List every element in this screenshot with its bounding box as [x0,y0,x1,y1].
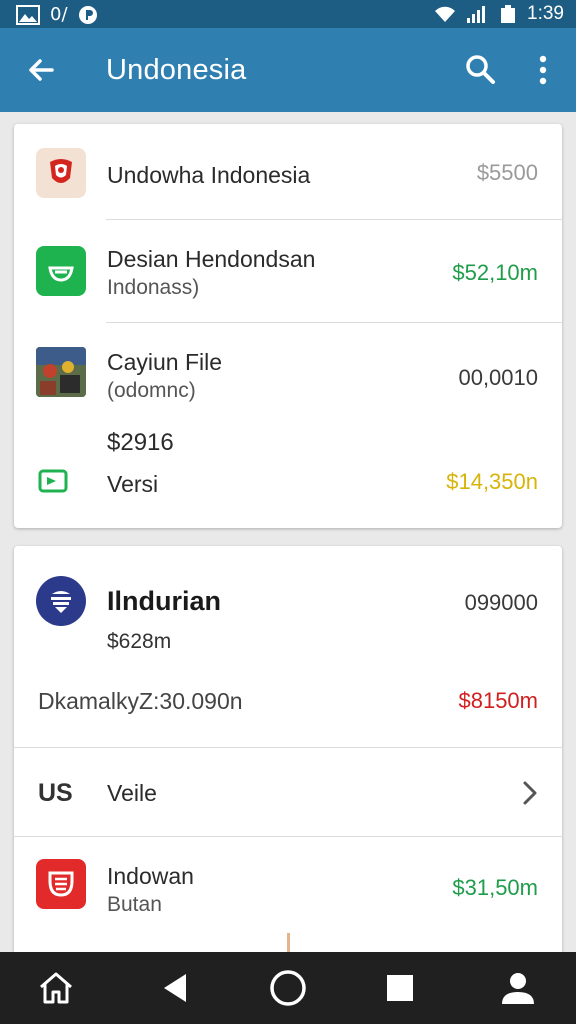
row-title: Desian Hendondsan [107,246,316,272]
list-item[interactable]: Undowha Indonesia $5500 [14,124,562,220]
row-title: Undowha Indonesia [107,162,311,188]
summary-subtitle: $628m [107,630,172,653]
profile-icon[interactable] [496,966,540,1010]
photo-thumbnail-icon [36,347,86,397]
summary-title: Ilndurian [107,586,221,616]
summary-amount: 099000 [464,590,538,615]
row-subtitle: (odomnc) [107,379,196,402]
row-amount: 00,0010 [458,365,538,390]
row-title: Indowan [107,863,194,889]
bottom-nav-bar [0,952,576,1024]
status-time: 1:39 [527,3,564,24]
nav-back-icon[interactable] [154,966,198,1010]
blue-emblem-icon [36,576,86,626]
row-subtitle: Indonass) [107,276,200,299]
country-label: Veile [107,780,157,806]
list-item[interactable]: Desian Hendondsan Indonass) $52,10m [14,220,562,322]
list-item[interactable]: Indowan Butan $31,50m [14,837,562,956]
summary-card: Ilndurian $628m 099000 DkamalkyZ:30.090n… [14,546,562,956]
status-left-text: 0/ [50,4,68,25]
summary-header[interactable]: Ilndurian $628m 099000 DkamalkyZ:30.090n… [14,546,562,746]
status-bar: 0/ 1:39 [0,0,576,28]
circle-p-icon [78,5,97,24]
summary-value: $8150m [458,688,538,713]
app-bar: Undonesia [0,28,576,112]
row-amount: $14,350n [446,469,538,494]
row-amount: $52,10m [452,260,538,285]
battery-icon [501,5,516,23]
row-title: Versi [107,471,159,497]
nav-recents-icon[interactable] [378,966,422,1010]
row-amount: $5500 [476,160,538,185]
country-code: US [38,779,73,807]
nav-home-circle-icon[interactable] [266,966,310,1010]
green-tag-icon [38,469,68,493]
search-icon[interactable] [460,50,500,90]
list-item[interactable]: Cayiun File (odomnc) 00,0010 $2916 Versi… [14,323,562,528]
row-amount: $31,50m [452,875,538,900]
row-subtitle: Butan [107,893,162,916]
chevron-right-icon [523,781,537,805]
green-app-icon [36,246,86,296]
wifi-icon [435,6,456,22]
more-vert-icon[interactable] [528,50,558,90]
transactions-card: Undowha Indonesia $5500 Desian Hendondsa… [14,124,562,528]
signal-icon [467,6,486,23]
summary-label: DkamalkyZ:30.090n [38,688,243,714]
red-app-icon [36,859,86,909]
page-title: Undonesia [106,54,247,86]
gallery-icon [16,4,40,25]
country-row[interactable]: US Veile [14,748,562,836]
row-title: Cayiun File [107,349,223,375]
back-arrow-icon[interactable] [22,50,62,90]
row-price: $2916 [107,429,174,456]
home-icon[interactable] [34,966,78,1010]
indonesia-emblem-icon [36,148,86,198]
